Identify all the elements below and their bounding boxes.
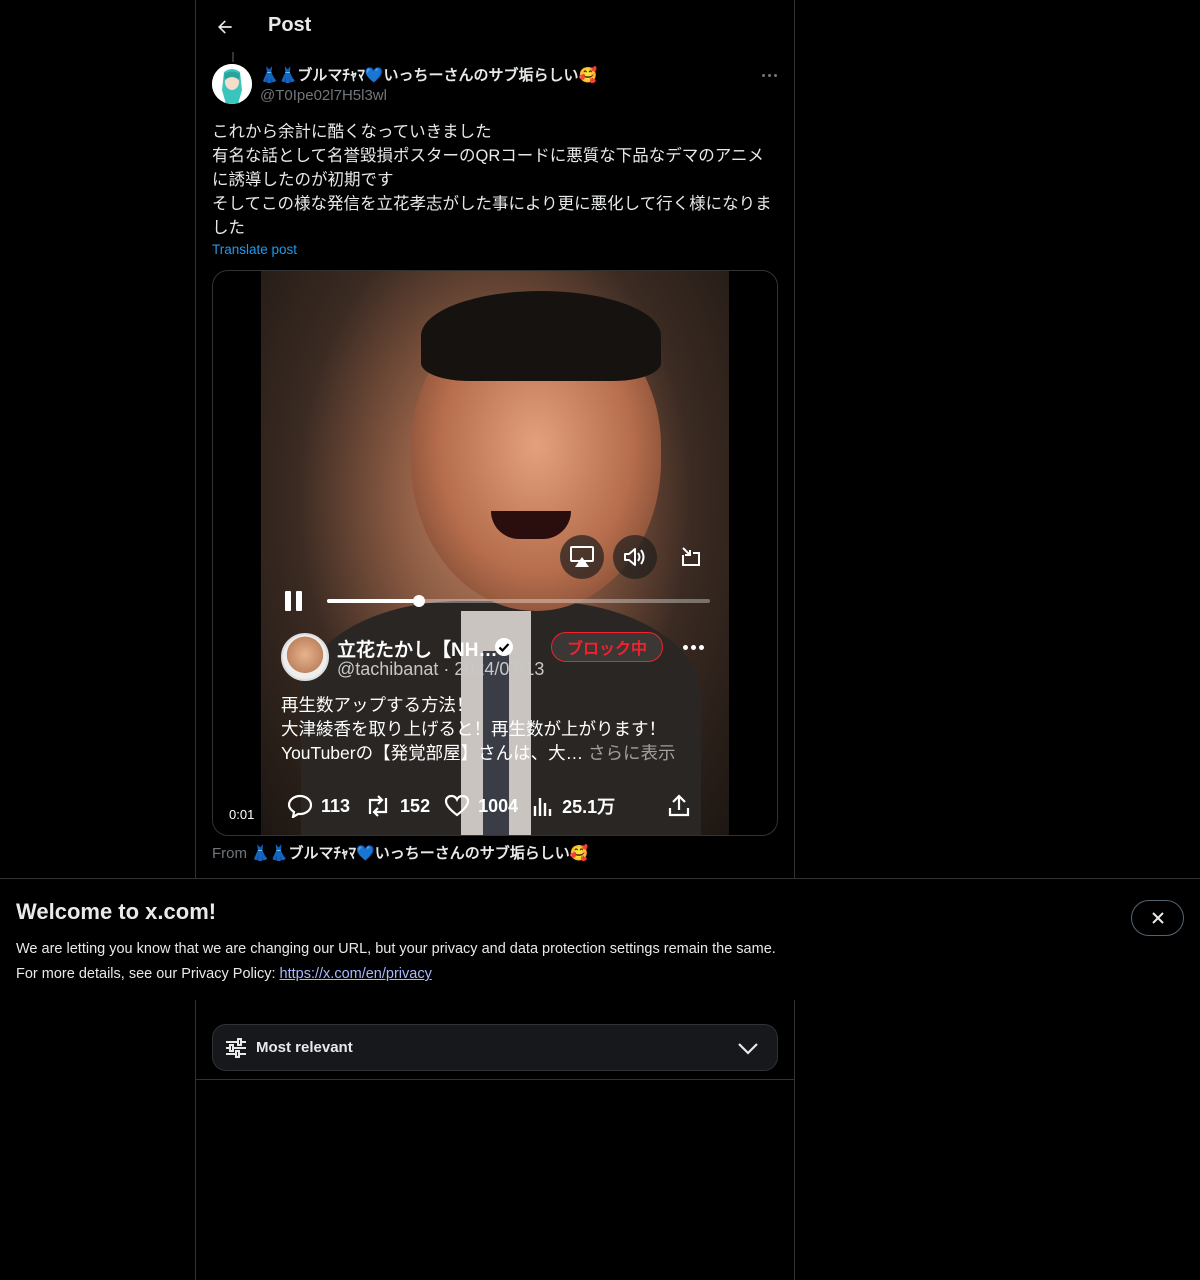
- pause-bar: [296, 591, 302, 611]
- banner-line: For more details, see our Privacy Policy…: [16, 962, 776, 987]
- embedded-views: 25.1万: [532, 793, 615, 819]
- banner-title: Welcome to x.com!: [16, 899, 217, 924]
- sort-label: Most relevant: [256, 1039, 353, 1056]
- more-dot: [773, 73, 777, 77]
- embedded-show-more: さらに表示: [583, 743, 676, 763]
- embedded-text-line-content: YouTuberの【発覚部屋】さんは、大…: [281, 743, 584, 763]
- main-column: Post 👗👗ブルマﾁｬﾏ💙いっちーさんのサブ垢らしい🥰 @T0Ipe02l7H…: [195, 0, 795, 1280]
- embedded-replies-count: 113: [321, 795, 351, 816]
- video-subject-hair: [421, 291, 661, 381]
- embedded-reposts-count: 152: [400, 795, 431, 816]
- translate-post-link[interactable]: Translate post: [212, 242, 297, 257]
- embedded-text-line: YouTuberの【発覚部屋】さんは、大… さらに表示: [281, 741, 675, 765]
- banner-text: We are letting you know that we are chan…: [16, 937, 776, 987]
- volume-button[interactable]: [613, 535, 657, 579]
- views-chart-icon: [533, 798, 552, 816]
- sliders-icon: [226, 1038, 246, 1058]
- verified-badge-icon: [495, 638, 513, 656]
- video-player[interactable]: 立花たかし【NH… @tachibanat · 2024/07/13 ブロック中…: [212, 270, 778, 836]
- heart-icon: [444, 794, 470, 817]
- embedded-handle-date: @tachibanat · 2024/07/13: [337, 659, 545, 679]
- airplay-button[interactable]: [560, 535, 604, 579]
- embedded-text: 再生数アップする方法！ 大津綾香を取り上げると！再生数が上がります！ YouTu…: [281, 693, 675, 765]
- chevron-down-icon: [738, 1043, 758, 1055]
- reply-icon: [287, 794, 313, 818]
- privacy-policy-link[interactable]: https://x.com/en/privacy: [280, 966, 432, 982]
- author-name[interactable]: 👗👗ブルマﾁｬﾏ💙いっちーさんのサブ垢らしい🥰: [260, 64, 597, 85]
- embedded-text-line: 大津綾香を取り上げると！再生数が上がります！: [281, 719, 666, 739]
- reply-sort-dropdown[interactable]: Most relevant: [212, 1024, 778, 1071]
- embedded-blocked-button: ブロック中: [551, 632, 663, 662]
- author-handle[interactable]: @T0Ipe02l7H5l3wl: [260, 87, 387, 104]
- embedded-more-icon: [679, 637, 707, 657]
- post-text-line: 有名な話として名誉毀損ポスターのQRコードに悪質な下品なデマのアニメに誘導したの…: [212, 147, 764, 189]
- from-label: From: [212, 845, 247, 862]
- more-dot: [698, 644, 704, 650]
- embedded-views-count: 25.1万: [562, 797, 616, 817]
- from-attribution: From 👗👗ブルマﾁｬﾏ💙いっちーさんのサブ垢らしい🥰: [212, 842, 588, 863]
- more-dot: [682, 644, 688, 650]
- embedded-avatar: [281, 633, 329, 681]
- video-progress-bar[interactable]: [327, 595, 710, 607]
- embedded-text-line: 再生数アップする方法！: [281, 695, 474, 715]
- close-icon: [1151, 912, 1164, 924]
- dock-icon: [682, 547, 700, 566]
- page-title: Post: [268, 14, 312, 36]
- embedded-action-bar: 113 152 1004 25.1万: [287, 791, 705, 821]
- welcome-banner: Welcome to x.com! We are letting you kno…: [0, 878, 1200, 1000]
- embedded-likes: 1004: [444, 794, 518, 818]
- author-avatar[interactable]: [212, 64, 252, 104]
- speaker-icon: [624, 548, 645, 566]
- page-header: Post: [196, 0, 794, 54]
- repost-icon: [368, 795, 388, 817]
- embedded-reposts: 152: [364, 794, 430, 818]
- more-dot: [767, 73, 771, 77]
- from-author-name[interactable]: 👗👗ブルマﾁｬﾏ💙いっちーさんのサブ垢らしい🥰: [251, 845, 588, 862]
- dock-video-button[interactable]: [669, 535, 713, 579]
- embedded-author-name: 立花たかし【NH…: [337, 640, 498, 661]
- section-divider: [196, 1079, 794, 1080]
- pause-bar: [285, 591, 291, 611]
- video-timestamp: 0:01: [229, 807, 255, 822]
- more-dot: [690, 644, 696, 650]
- airplay-icon: [570, 546, 594, 567]
- embedded-likes-count: 1004: [478, 795, 519, 816]
- banner-line-prefix: For more details, see our Privacy Policy…: [16, 966, 280, 982]
- more-dot: [761, 73, 765, 77]
- video-progress-knob[interactable]: [412, 595, 425, 607]
- arrow-left-icon: [218, 20, 232, 34]
- banner-line: We are letting you know that we are chan…: [16, 941, 776, 957]
- back-button[interactable]: [208, 10, 242, 44]
- avatar-image: [212, 64, 252, 104]
- post-text-line: これから余計に酷くなっていきました: [212, 123, 492, 141]
- pause-button[interactable]: [283, 589, 305, 613]
- video-progress-fill: [327, 599, 419, 603]
- embedded-share: [667, 794, 691, 818]
- post-text-line: そしてこの様な発信を立花孝志がした事により更に悪化して行く様になりました: [212, 195, 772, 237]
- post-text: これから余計に酷くなっていきました 有名な話として名誉毀損ポスターのQRコードに…: [212, 120, 778, 240]
- banner-close-button[interactable]: [1131, 900, 1184, 936]
- more-options-button[interactable]: [756, 64, 782, 86]
- share-icon: [669, 794, 690, 817]
- embedded-replies: 113: [287, 794, 350, 818]
- thread-line: [232, 52, 234, 62]
